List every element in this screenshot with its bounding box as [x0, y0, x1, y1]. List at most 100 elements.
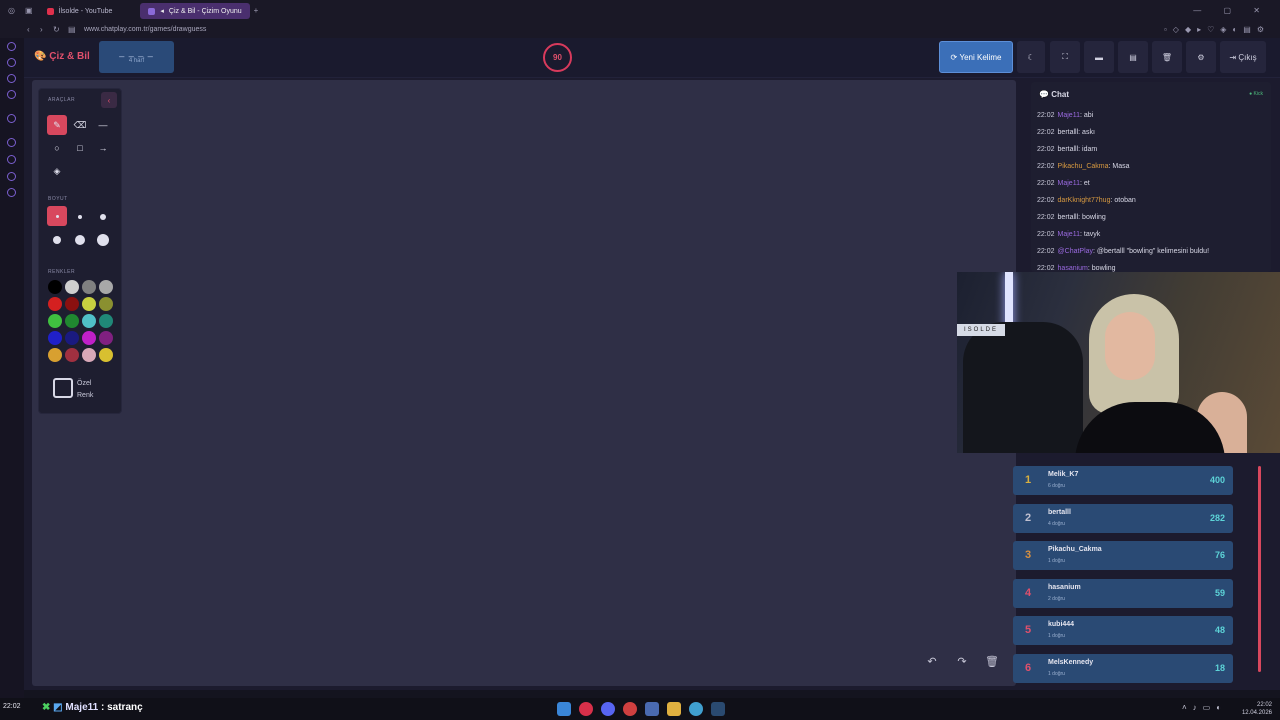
pen-tool[interactable]: ✎ — [47, 115, 67, 135]
sidebar-app-icon[interactable] — [7, 42, 16, 51]
fullscreen-button[interactable]: ⛶ — [1050, 41, 1080, 73]
chat-username[interactable]: Maje11 — [1058, 112, 1080, 119]
size-option[interactable] — [75, 235, 85, 245]
chat-username[interactable]: Pikachu_Cakma — [1058, 163, 1109, 170]
forward-icon[interactable]: › — [40, 25, 43, 34]
chat-username[interactable]: hasanium — [1058, 265, 1088, 272]
color-swatch[interactable] — [65, 314, 79, 328]
windows-start-icon[interactable] — [557, 702, 571, 716]
chat-username[interactable]: bertalll — [1058, 214, 1079, 221]
color-swatch[interactable] — [65, 280, 79, 294]
chat-username[interactable]: bertalll — [1058, 129, 1079, 136]
color-swatch[interactable] — [82, 331, 96, 345]
size-option[interactable] — [100, 214, 106, 220]
chat-message: 22:02 Pikachu_Cakma: Masa — [1037, 163, 1130, 170]
archive-button[interactable]: ▤ — [1118, 41, 1148, 73]
size-option[interactable] — [97, 234, 109, 246]
taskbar: 22:02 ✖ ◩ Maje11 : satranç ˄♪▭◐ 22:02 12… — [0, 698, 1280, 720]
discord-icon[interactable] — [601, 702, 615, 716]
undo-button[interactable]: ↶ — [921, 650, 943, 672]
theme-toggle-button[interactable]: ☾ — [1017, 41, 1045, 73]
url-text[interactable]: www.chatplay.com.tr/games/drawguess — [84, 26, 206, 33]
custom-color-button[interactable] — [53, 378, 73, 398]
webcam-sign: ISOLDE — [957, 324, 1005, 336]
player-score: 59 — [1214, 587, 1225, 598]
reload-icon[interactable]: ↻ — [53, 25, 60, 34]
size-option[interactable] — [53, 236, 61, 244]
color-swatch[interactable] — [65, 348, 79, 362]
delete-button[interactable]: 🗑 — [1152, 41, 1182, 73]
browser-menu-icon[interactable]: ◎ — [8, 6, 15, 15]
tools-title: ARAÇLAR — [48, 97, 76, 103]
color-swatch[interactable] — [99, 297, 113, 311]
steam-icon[interactable] — [711, 702, 725, 716]
arrow-tool[interactable]: → — [93, 138, 113, 158]
sidebar-app-icon[interactable] — [7, 90, 16, 99]
player-name: Pikachu_Cakma — [1048, 546, 1102, 553]
new-word-button[interactable]: ⟳ Yeni Kelime — [939, 41, 1013, 73]
system-clock[interactable]: 22:02 12.04.2026 — [1242, 701, 1272, 717]
folder-icon[interactable] — [667, 702, 681, 716]
clear-canvas-button[interactable]: 🗑 — [981, 650, 1003, 672]
app-icon[interactable] — [645, 702, 659, 716]
new-tab-button[interactable]: + — [254, 6, 259, 15]
chat-text: : bowling — [1078, 214, 1106, 221]
tray-icons[interactable]: ˄♪▭◐ — [1182, 703, 1227, 712]
color-swatch[interactable] — [48, 348, 62, 362]
color-swatch[interactable] — [48, 297, 62, 311]
tab-youtube[interactable]: İlsolde - YouTube — [39, 3, 121, 19]
sidebar-app-icon[interactable] — [7, 58, 16, 67]
color-swatch[interactable] — [82, 348, 96, 362]
tab-drawguess[interactable]: ◂ Çiz & Bil - Çizim Oyunu — [140, 3, 250, 19]
eraser-tool[interactable]: ⌫ — [70, 115, 90, 135]
chat-username[interactable]: bertalll — [1058, 146, 1079, 153]
browser-sidebar — [0, 38, 24, 698]
color-swatch[interactable] — [82, 297, 96, 311]
chat-username[interactable]: @ChatPlay — [1058, 248, 1094, 255]
app-icon[interactable] — [689, 702, 703, 716]
chat-username[interactable]: Maje11 — [1058, 180, 1080, 187]
chat-username[interactable]: Maje11 — [1058, 231, 1080, 238]
extensions-icons[interactable]: ▫◇◆▸♡◈◐▤⚙ — [1164, 25, 1270, 34]
leaderboard-row: 5 kubi444 1 doğru 48 — [1013, 616, 1233, 645]
webcam-person-face — [1105, 312, 1155, 380]
color-swatch[interactable] — [65, 297, 79, 311]
player-name: bertalll — [1048, 508, 1071, 516]
window-controls[interactable]: — ▢ ✕ — [1193, 6, 1270, 15]
sidebar-toggle-icon[interactable]: ▣ — [25, 6, 33, 15]
drawing-canvas[interactable] — [32, 80, 1016, 686]
color-swatch[interactable] — [99, 280, 113, 294]
back-icon[interactable]: ‹ — [27, 25, 30, 34]
color-swatch[interactable] — [82, 280, 96, 294]
collapse-panel-button[interactable]: ‹ — [101, 92, 117, 108]
redo-button[interactable]: ↷ — [951, 650, 973, 672]
sidebar-app-icon[interactable] — [7, 138, 16, 147]
opera-icon[interactable] — [579, 702, 593, 716]
color-swatch[interactable] — [65, 331, 79, 345]
circle-tool[interactable]: ○ — [47, 138, 67, 158]
size-option[interactable] — [78, 215, 82, 219]
settings-button[interactable]: ⚙ — [1186, 41, 1216, 73]
leaderboard-scrollbar[interactable] — [1258, 466, 1261, 672]
color-swatch[interactable] — [48, 331, 62, 345]
color-swatch[interactable] — [99, 348, 113, 362]
color-swatch[interactable] — [48, 314, 62, 328]
color-swatch[interactable] — [99, 314, 113, 328]
sidebar-app-icon[interactable] — [7, 172, 16, 181]
color-swatch[interactable] — [82, 314, 96, 328]
address-bar[interactable]: ‹ › ↻ ▤ www.chatplay.com.tr/games/drawgu… — [0, 20, 1280, 38]
chat-username[interactable]: darKknight77hug — [1058, 197, 1111, 204]
color-swatch[interactable] — [48, 280, 62, 294]
size-option[interactable] — [47, 206, 67, 226]
app-icon[interactable] — [623, 702, 637, 716]
logout-button[interactable]: ⇥ Çıkış — [1220, 41, 1266, 73]
sidebar-app-icon[interactable] — [7, 74, 16, 83]
display-button[interactable]: ▬ — [1084, 41, 1114, 73]
sidebar-app-icon[interactable] — [7, 114, 16, 123]
sidebar-app-icon[interactable] — [7, 188, 16, 197]
fill-tool[interactable]: ◈ — [47, 161, 67, 181]
rectangle-tool[interactable]: □ — [70, 138, 90, 158]
color-swatch[interactable] — [99, 331, 113, 345]
line-tool[interactable]: — — [93, 115, 113, 135]
sidebar-app-icon[interactable] — [7, 155, 16, 164]
